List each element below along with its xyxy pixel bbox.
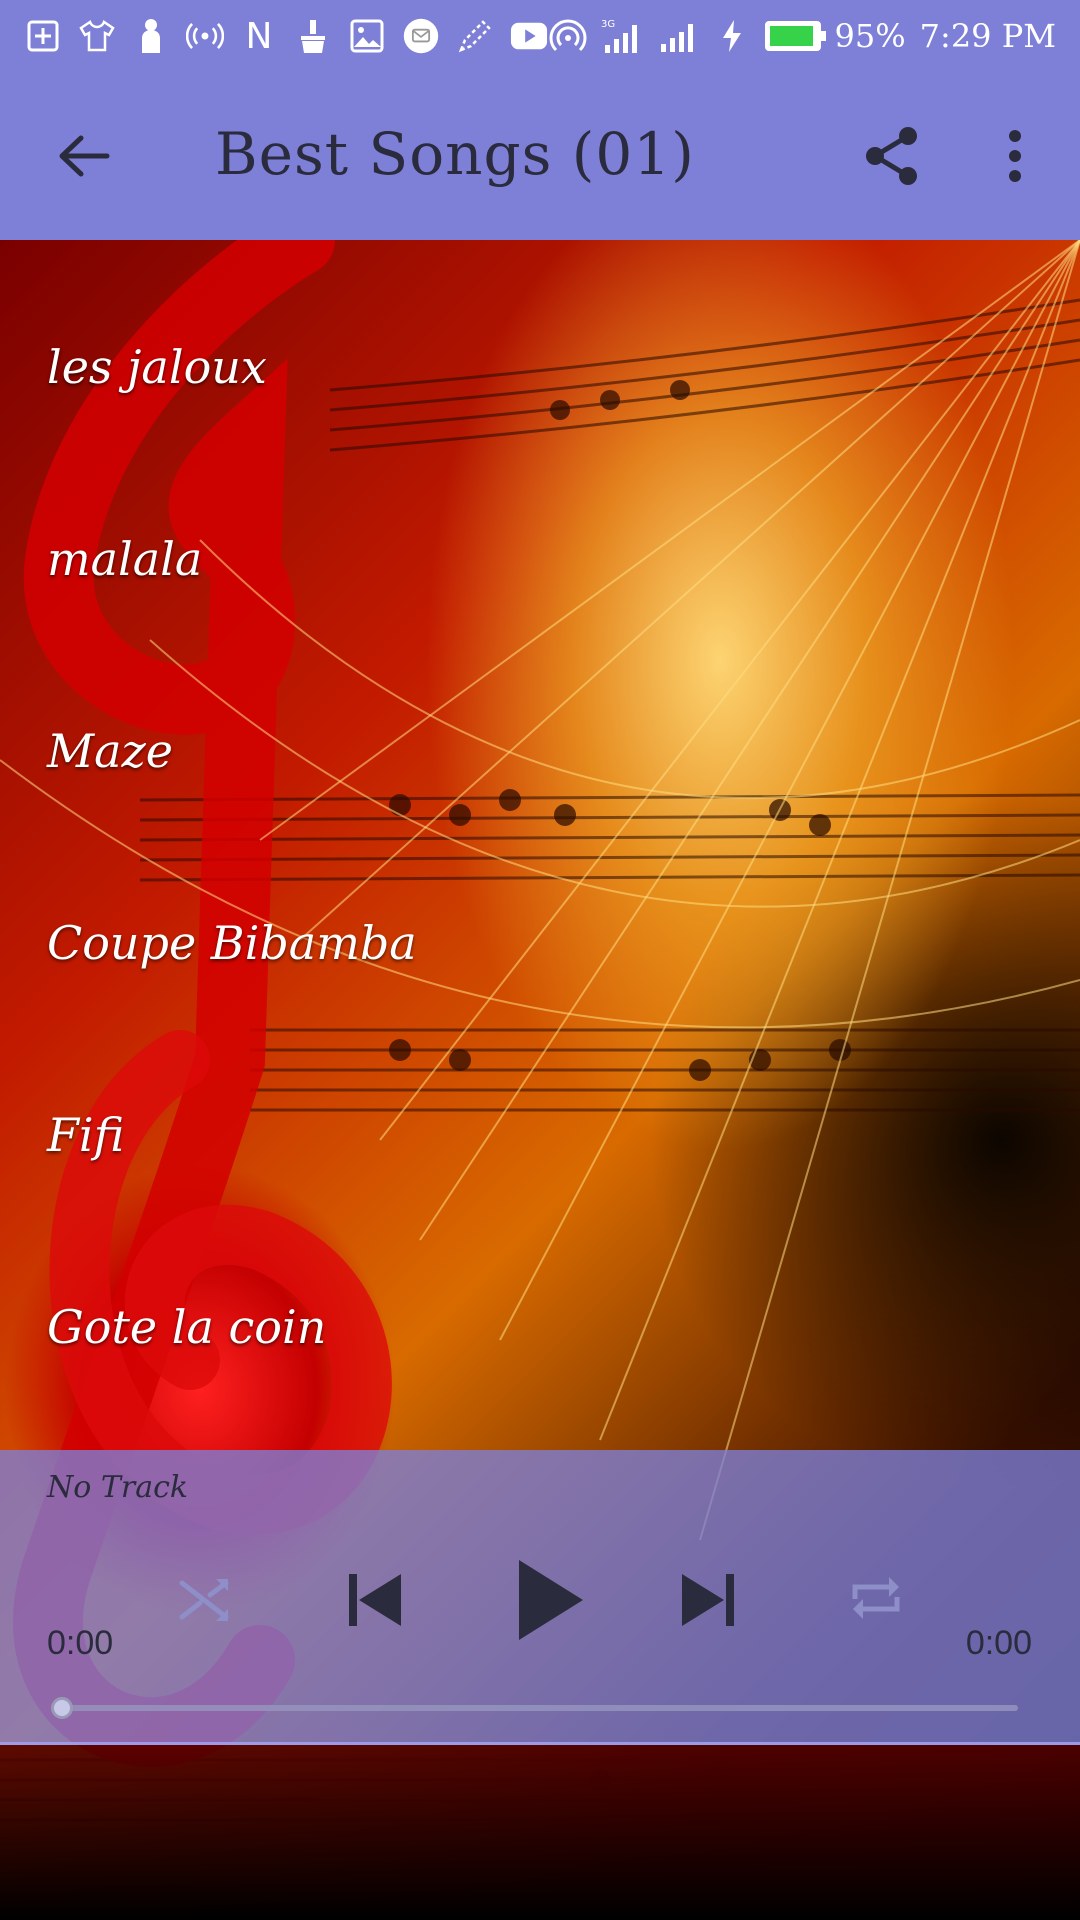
mail-icon xyxy=(402,17,440,55)
system-status: 3G 95% 7:29 PM xyxy=(549,17,1056,55)
list-item-song[interactable]: Coupe Bibamba xyxy=(47,916,417,970)
next-button[interactable] xyxy=(668,1560,748,1640)
app-bar: Best Songs (01) xyxy=(0,72,1080,240)
shuffle-icon xyxy=(179,1579,229,1621)
page-title: Best Songs (01) xyxy=(215,120,695,188)
skip-previous-icon xyxy=(349,1574,401,1626)
pen-icon xyxy=(456,17,494,55)
arrow-back-icon xyxy=(59,135,110,177)
list-item-song[interactable]: malala xyxy=(47,532,202,586)
skip-next-icon xyxy=(682,1574,734,1626)
signal-icon: 3G xyxy=(601,17,645,55)
hotspot-icon xyxy=(549,17,587,55)
image-icon xyxy=(348,17,386,55)
list-item-song[interactable]: les jaloux xyxy=(47,340,267,394)
charging-icon xyxy=(713,17,751,55)
current-time: 0:00 xyxy=(47,1624,114,1662)
tshirt-icon xyxy=(78,17,116,55)
seek-bar[interactable] xyxy=(60,1705,1018,1711)
share-icon xyxy=(866,127,917,185)
youtube-icon xyxy=(510,17,548,55)
status-bar: N 3G 95% 7:29 PM xyxy=(0,0,1080,72)
repeat-icon xyxy=(852,1577,900,1619)
notification-icons: N xyxy=(24,15,548,57)
list-item-song[interactable]: Fifi xyxy=(47,1108,124,1162)
list-item-song[interactable]: Maze xyxy=(47,724,173,778)
total-time: 0:00 xyxy=(965,1624,1032,1662)
seek-bar-thumb[interactable] xyxy=(51,1697,73,1719)
background-bottom xyxy=(0,1745,1080,1920)
broadcast-icon xyxy=(186,17,224,55)
battery-icon xyxy=(764,21,826,51)
share-button[interactable] xyxy=(852,116,932,196)
battery-percent: 95% xyxy=(834,17,906,55)
broom-icon xyxy=(294,17,332,55)
person-icon xyxy=(132,17,170,55)
n-icon: N xyxy=(245,15,273,57)
player-panel: No Track 0:00 0:00 xyxy=(0,1450,1080,1745)
more-vert-icon xyxy=(1009,130,1021,182)
signal-icon-2 xyxy=(659,17,699,55)
clock: 7:29 PM xyxy=(919,17,1056,55)
shuffle-button[interactable] xyxy=(170,1565,240,1635)
more-options-button[interactable] xyxy=(990,116,1040,196)
back-button[interactable] xyxy=(44,116,124,196)
repeat-button[interactable] xyxy=(840,1562,912,1634)
list-item-song[interactable]: Gote la coin xyxy=(47,1300,326,1354)
current-track-label: No Track xyxy=(47,1470,189,1505)
svg-text:3G: 3G xyxy=(601,19,615,30)
play-button[interactable] xyxy=(500,1550,600,1650)
play-icon xyxy=(519,1560,583,1640)
previous-button[interactable] xyxy=(335,1560,415,1640)
plus-box-icon xyxy=(24,17,62,55)
